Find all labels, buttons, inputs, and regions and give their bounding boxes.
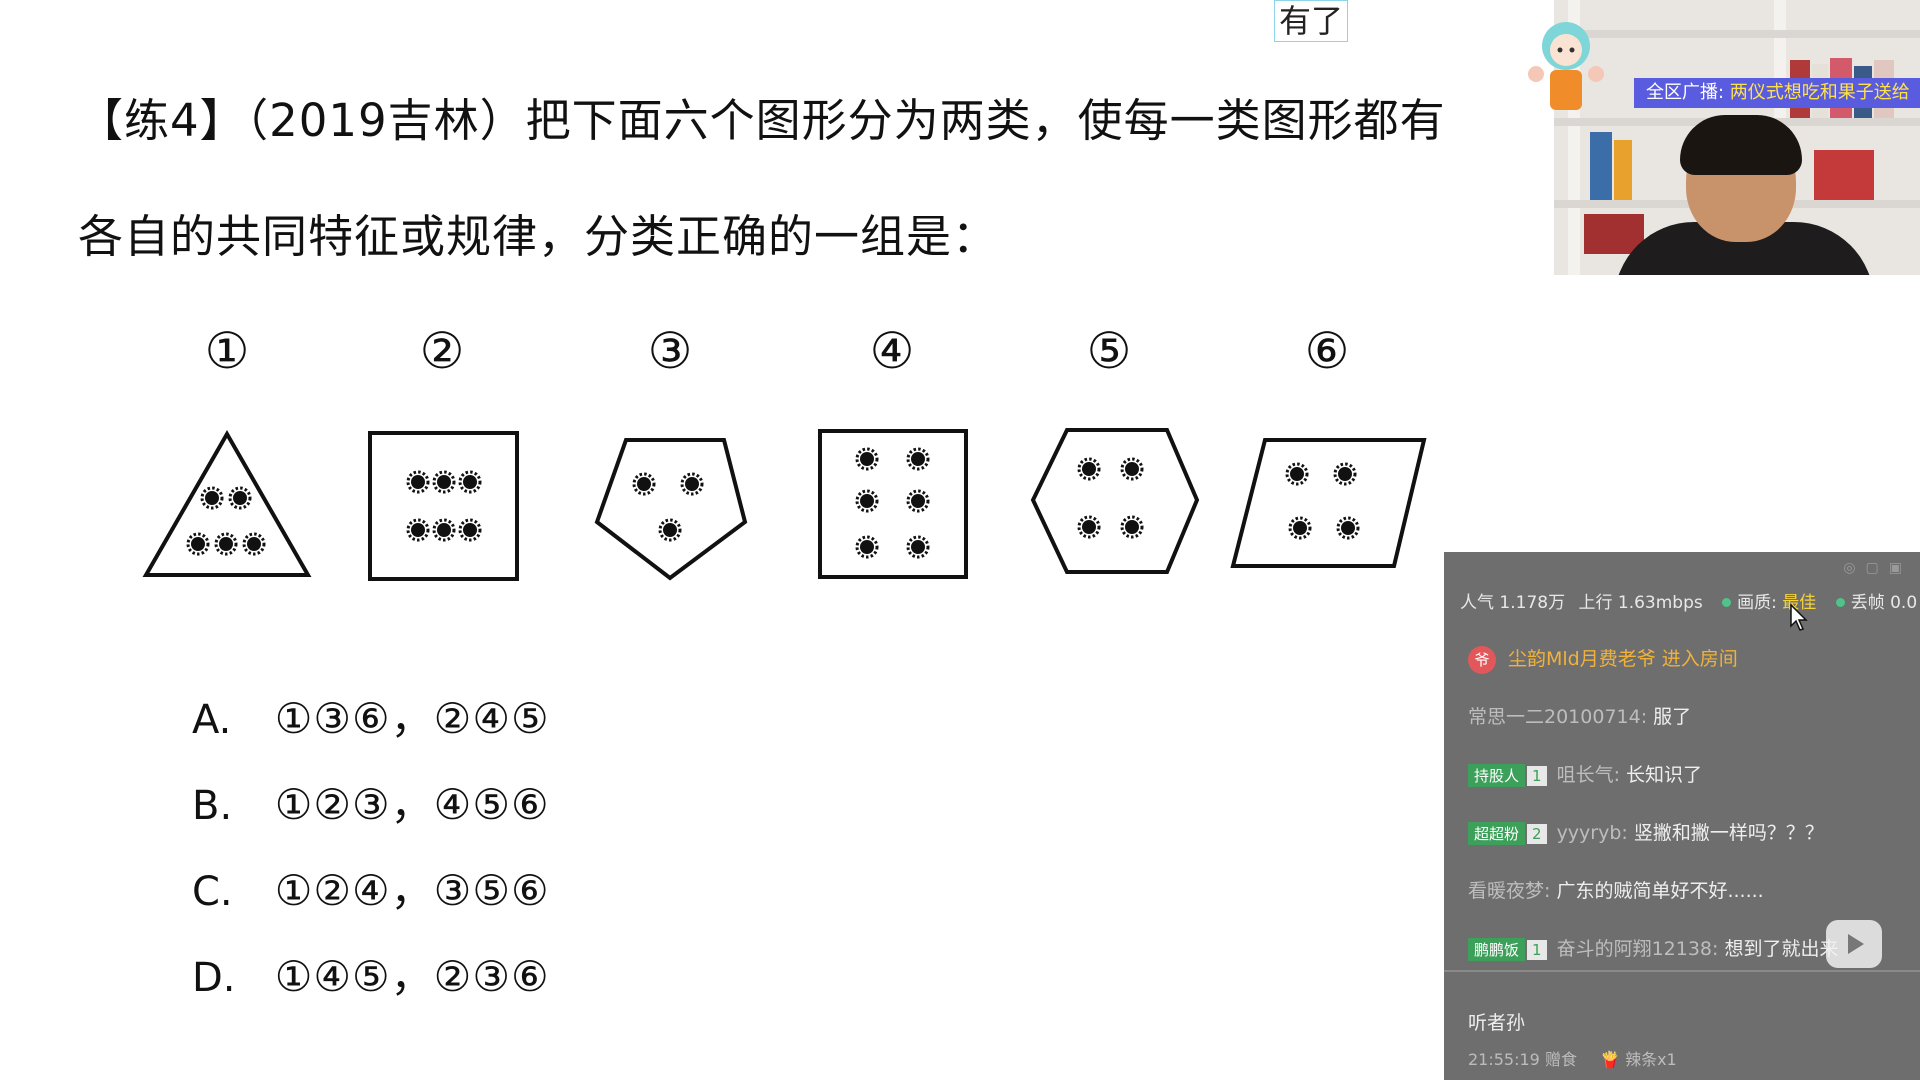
chat-text: 服了 [1647,706,1692,728]
chat-message: 看暖夜梦: 广东的贼简单好不好...... [1468,876,1764,903]
chat-window-controls[interactable]: ◎▢▣ [1843,560,1912,576]
chat-user[interactable]: 咀长气: [1557,764,1620,786]
figure-3-pentagon [594,438,748,581]
fan-level: 2 [1527,824,1547,844]
chat-text: 广东的贼简单好不好...... [1550,880,1764,902]
caption-chip: 有了 [1274,0,1349,42]
option-a-letter: A. [192,697,232,743]
enter-text: 尘韵Mld月费老爷 进入房间 [1508,648,1738,670]
chat-user[interactable]: yyyryb: [1557,822,1628,844]
popularity: 人气 1.178万 [1460,593,1566,613]
broadcast-prefix: 全区广播: [1646,82,1730,103]
option-a-text: ①③⑥，②④⑤ [274,694,550,743]
option-b-letter: B. [192,783,233,829]
option-c: C. ①②④，③⑤⑥ [192,857,550,918]
status-dot [1835,598,1845,607]
chat-text: 长知识了 [1619,764,1703,786]
chat-text: 想到了就出来 [1718,938,1839,960]
frame-drop: 丢帧 0.0 [1850,593,1918,613]
option-d: D. ①④⑤，②③⑥ [192,943,550,1004]
vip-avatar: 爷 [1468,646,1496,674]
gift-sender: 听者孙 [1468,1012,1526,1034]
option-b: B. ①②③，④⑤⑥ [192,771,550,832]
option-c-letter: C. [192,869,233,915]
chat-message: 持股人 1 咀长气: 长知识了 [1468,760,1702,787]
book [1814,150,1874,200]
option-a: A. ①③⑥，②④⑤ [192,685,550,746]
broadcast-banner: 全区广播: 两仪式想吃和果子送给 [1634,78,1920,108]
chat-text: 竖撇和撇一样吗？？？ [1627,822,1824,844]
option-b-text: ①②③，④⑤⑥ [274,780,550,829]
chat-divider [1444,970,1920,972]
chat-message-enter: 爷尘韵Mld月费老爷 进入房间 [1468,644,1738,674]
figure-2-square [368,431,519,581]
broadcast-text: 两仪式想吃和果子送给 [1729,82,1910,103]
figure-1-triangle [142,429,312,577]
figures-panel [142,428,1427,581]
chat-user[interactable]: 奋斗的阿翔12138: [1557,938,1719,960]
book [1590,132,1612,200]
mouse-cursor-icon [1790,604,1808,631]
book [1614,140,1632,200]
chat-user[interactable]: 看暖夜梦: [1468,880,1550,902]
figure-4-rectangle [818,429,968,579]
fan-badge: 鹏鹏饭 [1468,938,1526,961]
option-d-letter: D. [192,955,236,1001]
option-c-text: ①②④，③⑤⑥ [274,866,550,915]
chat-message: 常思一二20100714: 服了 [1468,702,1691,729]
mascot-icon [1528,22,1604,110]
fan-badge: 持股人 [1468,764,1526,787]
figure-6-parallelogram [1230,438,1427,568]
chat-message: 鹏鹏饭 1 奋斗的阿翔12138: 想到了就出来 [1468,934,1838,961]
chat-user[interactable]: 常思一二20100714: [1468,706,1647,728]
fan-badge: 超超粉 [1468,822,1526,845]
fan-level: 1 [1527,940,1547,960]
figure-5-hexagon [1030,428,1200,574]
gift-icon: 🍟 [1600,1050,1620,1069]
gift-time: 21:55:19 赠食 [1468,1050,1577,1069]
gift-info: 21:55:19 赠食 🍟 辣条x1 [1468,1046,1677,1070]
option-d-text: ①④⑤，②③⑥ [274,952,550,1001]
status-dot [1722,598,1732,607]
quality-label: 画质: [1737,593,1783,613]
person-hair [1680,115,1802,175]
play-icon[interactable] [1826,920,1882,968]
chat-message: 超超粉 2 yyyryb: 竖撇和撇一样吗？？？ [1468,818,1824,845]
fan-level: 1 [1527,766,1547,786]
chat-panel[interactable]: ◎▢▣ 人气 1.178万 上行 1.63mbps 画质: 最佳 丢帧 0.0 … [1444,552,1920,1080]
upload-rate: 上行 1.63mbps [1578,593,1703,613]
gift-name: 辣条x1 [1625,1050,1677,1069]
stream-stats: 人气 1.178万 上行 1.63mbps 画质: 最佳 丢帧 0.0 [1460,588,1917,613]
